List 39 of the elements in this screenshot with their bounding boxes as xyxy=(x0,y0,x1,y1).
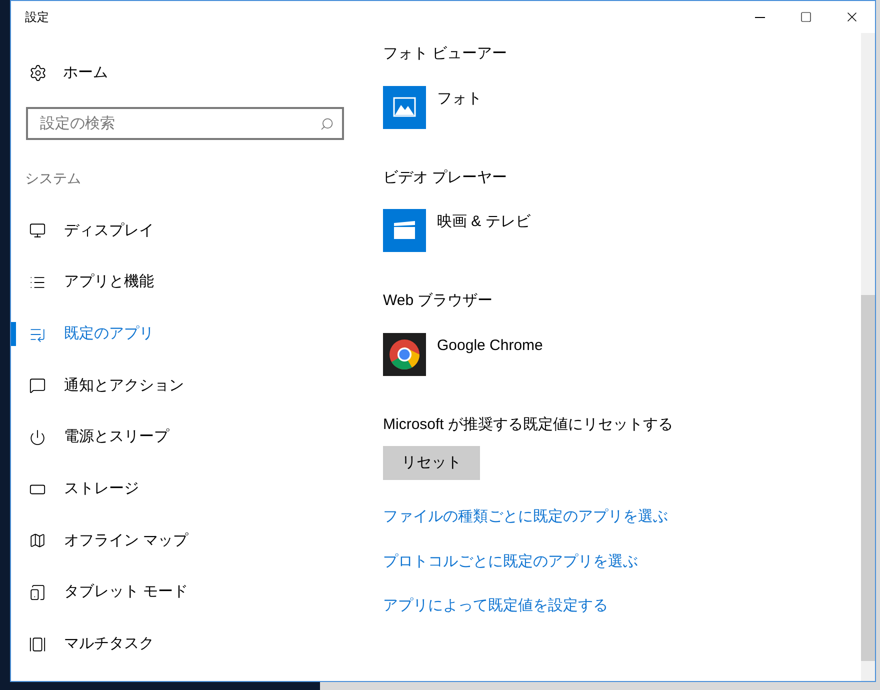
section-heading: フォト ビューアー xyxy=(383,44,508,64)
tablet-icon xyxy=(29,584,46,602)
default-app-item[interactable]: 映画 & テレビ xyxy=(383,209,530,252)
maximize-icon xyxy=(800,11,812,23)
reset-label: Microsoft が推奨する既定値にリセットする xyxy=(383,414,674,434)
nav-item[interactable]: タブレット モード xyxy=(11,566,361,618)
nav-item[interactable]: ディスプレイ xyxy=(11,205,361,257)
scrollbar[interactable] xyxy=(861,33,875,681)
nav-item[interactable]: オフライン マップ xyxy=(11,515,361,567)
nav-item[interactable]: 既定のアプリ xyxy=(11,308,361,360)
clapperboard-icon xyxy=(383,209,426,252)
search-field[interactable]: 設定の検索 xyxy=(26,107,344,140)
settings-icon xyxy=(29,64,47,82)
default-app-item[interactable]: Google Chrome xyxy=(383,332,543,376)
nav-item[interactable]: マルチタスク xyxy=(11,618,361,670)
power-icon xyxy=(29,429,46,446)
monitor-icon xyxy=(29,222,46,240)
reset-button[interactable]: リセット xyxy=(383,446,480,480)
section-heading: Web ブラウザー xyxy=(383,291,493,311)
section-heading: ビデオ プレーヤー xyxy=(383,168,508,188)
home-item[interactable]: ホーム xyxy=(11,55,361,91)
browser-logo-icon xyxy=(383,332,426,376)
speech-bubble-icon xyxy=(29,377,46,394)
minimize-icon xyxy=(755,16,765,18)
selection-indicator xyxy=(11,322,16,346)
photos-app-icon xyxy=(383,86,426,128)
default-app-item[interactable]: フォト xyxy=(383,86,482,128)
map-icon xyxy=(29,532,46,550)
nav-item[interactable]: 電源とスリープ xyxy=(11,412,361,464)
nav-item[interactable]: ストレージ xyxy=(11,463,361,516)
settings-link[interactable]: プロトコルごとに既定のアプリを選ぶ xyxy=(383,550,638,573)
settings-link[interactable]: アプリによって既定値を設定する xyxy=(383,595,608,618)
window-title: 設定 xyxy=(25,9,49,26)
nav-item[interactable]: アプリと機能 xyxy=(11,256,361,308)
section-label: システム xyxy=(25,169,81,188)
nav-item[interactable]: 通知とアクション xyxy=(11,360,361,412)
search-icon xyxy=(320,117,334,131)
multitask-icon xyxy=(29,636,46,653)
settings-link[interactable]: ファイルの種類ごとに既定のアプリを選ぶ xyxy=(383,506,668,528)
